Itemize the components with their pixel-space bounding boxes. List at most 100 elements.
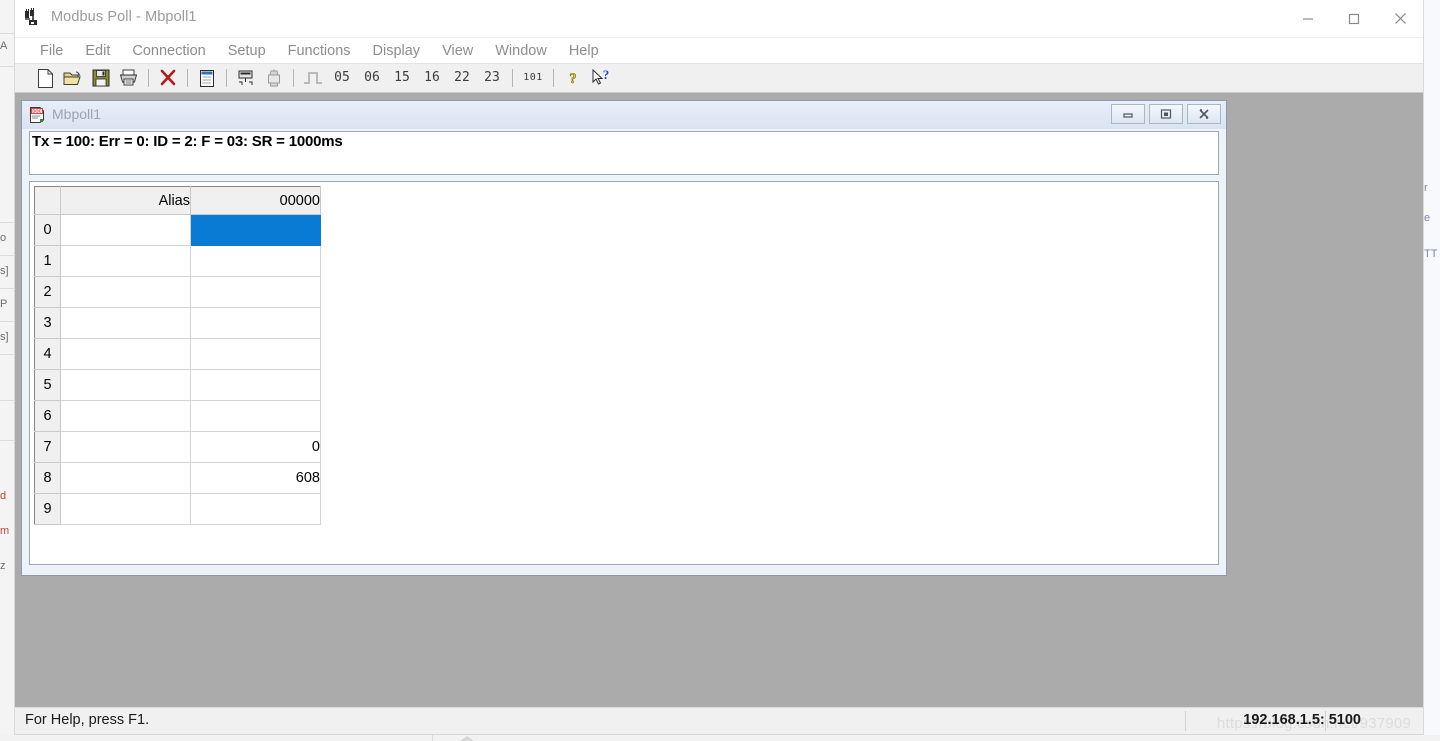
value-cell-5[interactable] <box>190 369 321 401</box>
save-icon[interactable] <box>87 65 115 91</box>
function-06-button[interactable]: 06 <box>357 65 387 91</box>
binary-101-button[interactable]: 101 <box>518 65 548 91</box>
row-index-7[interactable]: 7 <box>34 431 61 463</box>
mdi-client-area: DOC Mbpoll1 Tx = 100: Err = 0: ID = 2: F… <box>15 93 1423 707</box>
bg-right-fragment-2: TT <box>1424 248 1438 260</box>
mdi-close-button[interactable] <box>1187 104 1221 124</box>
bg-left-fragment-7: z <box>0 560 6 572</box>
menu-item-display[interactable]: Display <box>362 38 432 64</box>
toolbar: 05 06 15 16 22 23 101 ? ? <box>15 64 1423 93</box>
background-window-right[interactable]: r e TT <box>1424 0 1440 741</box>
value-cell-0[interactable] <box>190 214 321 246</box>
read-write-definition-icon[interactable] <box>193 65 221 91</box>
row-index-0[interactable]: 0 <box>34 214 61 246</box>
function-23-button[interactable]: 23 <box>477 65 507 91</box>
print-preview-icon[interactable] <box>260 65 288 91</box>
menu-item-help[interactable]: Help <box>558 38 610 64</box>
maximize-button[interactable] <box>1331 0 1377 37</box>
bg-left-fragment-6: m <box>0 525 10 537</box>
row-index-8[interactable]: 8 <box>34 462 61 494</box>
grid-header-address[interactable]: 00000 <box>190 186 321 215</box>
row-index-3[interactable]: 3 <box>34 307 61 339</box>
mdi-restore-button[interactable] <box>1149 104 1183 124</box>
table-row: 9 <box>34 493 321 525</box>
grid-header-row: Alias 00000 <box>34 186 321 215</box>
menu-item-view[interactable]: View <box>431 38 484 64</box>
window-titlebar: Modbus Poll - Mbpoll1 <box>15 0 1423 38</box>
value-cell-8[interactable]: 608 <box>190 462 321 494</box>
row-index-1[interactable]: 1 <box>34 245 61 277</box>
toolbar-separator-5 <box>512 69 513 87</box>
alias-cell-9[interactable] <box>60 493 191 525</box>
value-cell-7[interactable]: 0 <box>190 431 321 463</box>
row-index-2[interactable]: 2 <box>34 276 61 308</box>
toolbar-separator-2 <box>187 69 188 87</box>
background-window-left[interactable]: A o s] P s] d m z <box>0 0 14 741</box>
new-file-icon[interactable] <box>31 65 59 91</box>
function-22-button[interactable]: 22 <box>447 65 477 91</box>
bg-left-fragment-5: d <box>0 490 7 502</box>
value-cell-2[interactable] <box>190 276 321 308</box>
alias-cell-5[interactable] <box>60 369 191 401</box>
menu-item-edit[interactable]: Edit <box>74 38 121 64</box>
alias-cell-6[interactable] <box>60 400 191 432</box>
value-cell-4[interactable] <box>190 338 321 370</box>
alias-cell-3[interactable] <box>60 307 191 339</box>
disconnect-icon[interactable] <box>154 65 182 91</box>
pulse-signal-icon[interactable] <box>299 65 327 91</box>
bg-right-fragment-1: e <box>1424 212 1431 224</box>
bg-right-fragment-0: r <box>1424 182 1428 194</box>
value-cell-9[interactable] <box>190 493 321 525</box>
table-row: 0 <box>34 214 321 246</box>
window-title: Modbus Poll - Mbpoll1 <box>51 9 197 25</box>
mdi-minimize-button[interactable] <box>1111 104 1145 124</box>
toolbar-separator-3 <box>226 69 227 87</box>
modbus-poll-window: Modbus Poll - Mbpoll1 File Edit Connecti… <box>14 0 1424 735</box>
row-index-4[interactable]: 4 <box>34 338 61 370</box>
alias-cell-8[interactable] <box>60 462 191 494</box>
grid-header-alias[interactable]: Alias <box>60 186 191 215</box>
alias-cell-7[interactable] <box>60 431 191 463</box>
taskbar-arrow-icon <box>460 736 474 741</box>
help-question-icon[interactable]: ? <box>559 65 587 91</box>
svg-text:?: ? <box>603 69 610 82</box>
grid-corner-header[interactable] <box>34 186 61 215</box>
table-row: 5 <box>34 369 321 401</box>
poll-status-text: Tx = 100: Err = 0: ID = 2: F = 03: SR = … <box>32 133 343 150</box>
bg-left-fragment-1: o <box>0 232 7 244</box>
menu-item-connection[interactable]: Connection <box>121 38 216 64</box>
alias-cell-1[interactable] <box>60 245 191 277</box>
poll-definition-icon[interactable] <box>232 65 260 91</box>
row-index-9[interactable]: 9 <box>34 493 61 525</box>
table-row: 3 <box>34 307 321 339</box>
menu-item-window[interactable]: Window <box>484 38 558 64</box>
modbus-app-icon <box>23 8 43 28</box>
window-controls <box>1285 0 1423 37</box>
alias-cell-2[interactable] <box>60 276 191 308</box>
status-connection-text: 192.168.1.5: 5100 <box>1243 712 1361 728</box>
menu-item-file[interactable]: File <box>29 38 74 64</box>
open-folder-icon[interactable] <box>59 65 87 91</box>
register-grid-panel[interactable]: Alias 00000 0 1 2 3 4 5 6 7 0 8 608 9 <box>29 181 1219 565</box>
status-help-text: For Help, press F1. <box>25 712 150 728</box>
alias-cell-0[interactable] <box>60 214 191 246</box>
value-cell-6[interactable] <box>190 400 321 432</box>
menu-item-functions[interactable]: Functions <box>277 38 362 64</box>
toolbar-separator-1 <box>148 69 149 87</box>
context-help-icon[interactable]: ? <box>587 65 615 91</box>
row-index-5[interactable]: 5 <box>34 369 61 401</box>
mdi-child-titlebar[interactable]: DOC Mbpoll1 <box>22 101 1226 129</box>
print-icon[interactable] <box>115 65 143 91</box>
alias-cell-4[interactable] <box>60 338 191 370</box>
value-cell-3[interactable] <box>190 307 321 339</box>
function-16-button[interactable]: 16 <box>417 65 447 91</box>
svg-text:?: ? <box>569 71 577 87</box>
row-index-6[interactable]: 6 <box>34 400 61 432</box>
close-button[interactable] <box>1377 0 1423 37</box>
document-doc-icon[interactable]: DOC <box>28 106 46 124</box>
minimize-button[interactable] <box>1285 0 1331 37</box>
function-05-button[interactable]: 05 <box>327 65 357 91</box>
menu-item-setup[interactable]: Setup <box>217 38 277 64</box>
function-15-button[interactable]: 15 <box>387 65 417 91</box>
value-cell-1[interactable] <box>190 245 321 277</box>
